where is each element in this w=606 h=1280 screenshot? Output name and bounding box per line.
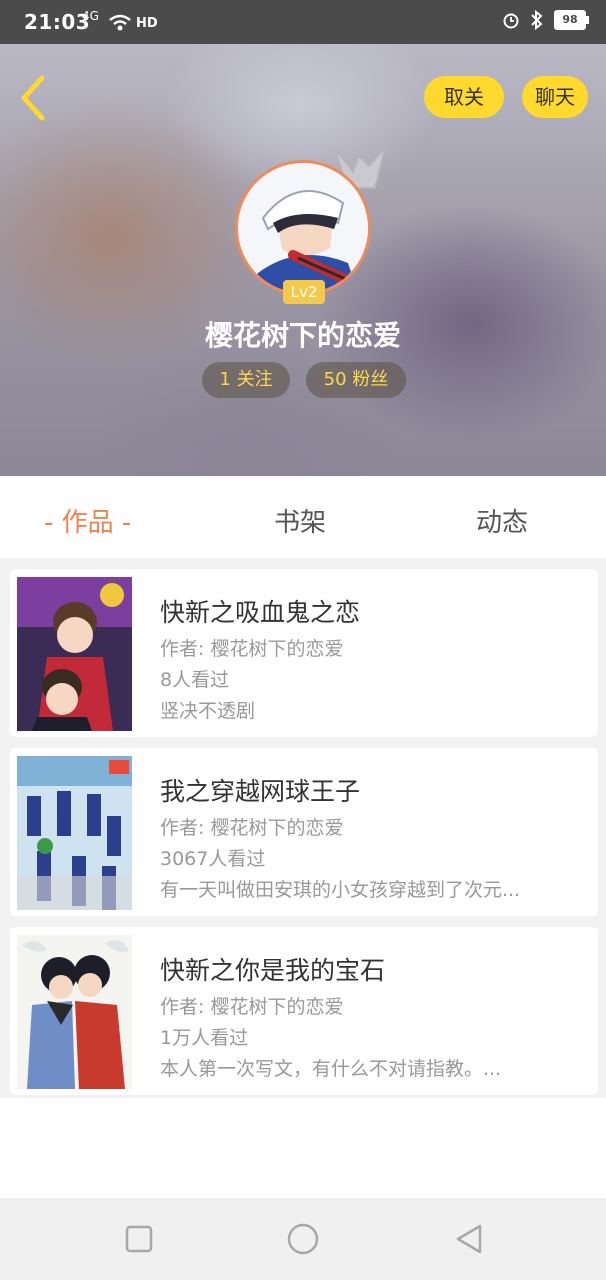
hd-indicator: HD: [136, 16, 158, 31]
list-item[interactable]: 快新之你是我的宝石 作者: 樱花树下的恋爱 1万人看过 本人第一次写文，有什么不…: [10, 927, 598, 1095]
recent-apps-icon[interactable]: [118, 1218, 160, 1260]
work-author: 作者: 樱花树下的恋爱: [160, 638, 344, 660]
status-right-icons: 98: [502, 10, 589, 30]
profile-tabs: - 作品 - 书架 动态: [0, 476, 606, 558]
network-type: 4G: [82, 9, 99, 23]
work-views: 8人看过: [160, 669, 230, 691]
status-time: 21:03: [24, 10, 91, 34]
avatar[interactable]: [235, 160, 371, 296]
work-description: 本人第一次写文，有什么不对请指教。...: [160, 1058, 502, 1080]
content-blank-area: [0, 1098, 606, 1198]
work-title: 快新之你是我的宝石: [160, 956, 386, 985]
avatar-image: [238, 163, 368, 293]
status-bar: 21:03 4G HD 98: [0, 0, 606, 44]
fans-count[interactable]: 50 粉丝: [306, 362, 406, 398]
profile-header: 取关 聊天 Lv2 樱花树下的恋爱 1 关注 50 粉丝: [0, 44, 606, 476]
cover-image: [17, 935, 132, 1089]
back-nav-icon[interactable]: [448, 1218, 490, 1260]
tab-works[interactable]: - 作品 -: [44, 502, 131, 539]
back-icon[interactable]: [14, 72, 54, 124]
unfollow-button[interactable]: 取关: [424, 76, 504, 118]
work-views: 3067人看过: [160, 848, 266, 870]
work-author: 作者: 樱花树下的恋爱: [160, 817, 344, 839]
bluetooth-icon: [531, 10, 543, 30]
work-title: 我之穿越网球王子: [160, 777, 361, 806]
wifi-icon: [109, 14, 131, 31]
system-nav-bar: [0, 1198, 606, 1280]
cover-image: [17, 577, 132, 731]
home-icon[interactable]: [282, 1218, 324, 1260]
level-badge: Lv2: [283, 280, 325, 304]
work-description: 竖决不透剧: [160, 700, 256, 722]
following-count[interactable]: 1 关注: [202, 362, 290, 398]
list-item[interactable]: 我之穿越网球王子 作者: 樱花树下的恋爱 3067人看过 有一天叫做田安琪的小女…: [10, 748, 598, 916]
tab-activity[interactable]: 动态: [476, 502, 528, 539]
work-title: 快新之吸血鬼之恋: [160, 598, 361, 627]
work-views: 1万人看过: [160, 1027, 249, 1049]
alarm-icon: [503, 13, 519, 29]
chat-button[interactable]: 聊天: [522, 76, 588, 118]
tab-bookshelf[interactable]: 书架: [274, 502, 326, 539]
cover-image: [17, 756, 132, 910]
work-description: 有一天叫做田安琪的小女孩穿越到了次元...: [160, 879, 521, 901]
list-item[interactable]: 快新之吸血鬼之恋 作者: 樱花树下的恋爱 8人看过 竖决不透剧: [10, 569, 598, 737]
battery-icon: 98: [554, 10, 589, 30]
username: 樱花树下的恋爱: [204, 319, 401, 352]
work-author: 作者: 樱花树下的恋爱: [160, 996, 344, 1018]
